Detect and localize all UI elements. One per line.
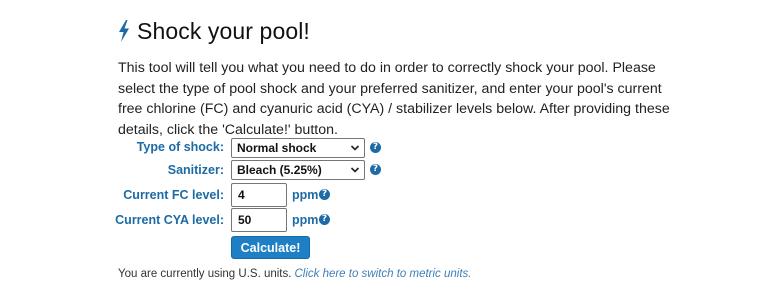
- chevron-down-icon: [350, 145, 360, 151]
- shock-type-select[interactable]: Normal shock: [231, 138, 365, 158]
- cya-level-unit: ppm: [292, 213, 319, 227]
- cya-level-help-icon[interactable]: ?: [319, 214, 330, 225]
- calculate-button[interactable]: Calculate!: [231, 236, 310, 259]
- sanitizer-select[interactable]: Bleach (5.25%): [231, 160, 365, 180]
- shock-type-label: Type of shock:: [136, 140, 224, 154]
- fc-level-label: Current FC level:: [123, 188, 224, 202]
- switch-units-link[interactable]: Click here to switch to metric units.: [294, 268, 471, 280]
- units-note-text: You are currently using U.S. units.: [118, 268, 292, 280]
- shock-type-help-icon[interactable]: ?: [370, 142, 381, 153]
- sanitizer-value: Bleach (5.25%): [237, 163, 322, 177]
- chevron-down-icon: [350, 167, 360, 173]
- cya-level-label: Current CYA level:: [115, 213, 224, 227]
- shock-type-value: Normal shock: [237, 141, 317, 155]
- units-note: You are currently using U.S. units. Click…: [118, 268, 471, 280]
- fc-level-help-icon[interactable]: ?: [319, 189, 330, 200]
- page-title: Shock your pool!: [137, 17, 310, 44]
- intro-text: This tool will tell you what you need to…: [118, 60, 670, 138]
- cya-level-input[interactable]: 50: [231, 208, 287, 232]
- lightning-bolt-icon: [119, 20, 129, 42]
- fc-level-unit: ppm: [292, 188, 319, 202]
- page-header: Shock your pool!: [118, 14, 310, 48]
- sanitizer-help-icon[interactable]: ?: [370, 164, 381, 175]
- fc-level-input[interactable]: 4: [231, 183, 287, 207]
- sanitizer-label: Sanitizer:: [167, 163, 224, 177]
